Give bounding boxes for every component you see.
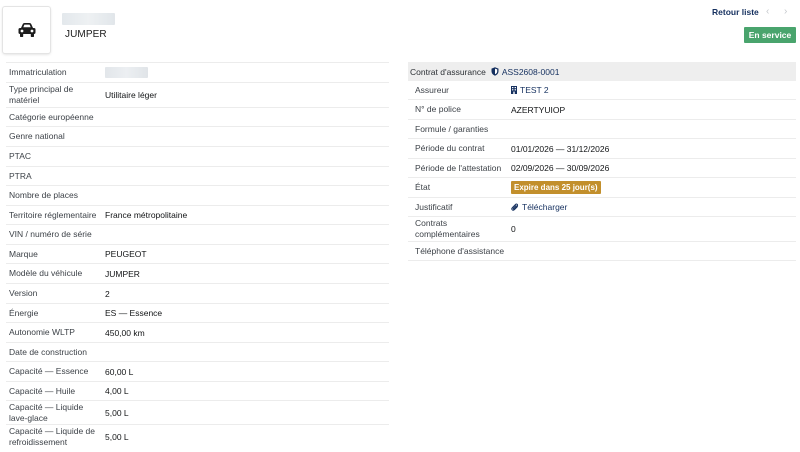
field-row-genre: Genre national	[6, 126, 389, 146]
field-row-capacite-lave-glace: Capacité — Liquide lave-glace 5,00 L	[6, 400, 389, 424]
field-row-capacite-essence: Capacité — Essence 60,00 L	[6, 361, 389, 381]
building-icon	[511, 86, 517, 94]
vehicle-plate-redacted	[62, 13, 115, 25]
plate-redacted	[105, 67, 148, 78]
field-value: 4,00 L	[105, 386, 129, 396]
field-row-territoire: Territoire réglementaire France métropol…	[6, 205, 389, 224]
field-label: Capacité — Essence	[9, 366, 89, 376]
field-row-places: Nombre de places	[6, 185, 389, 205]
field-row-ptra: PTRA	[6, 166, 389, 185]
field-label: Nombre de places	[9, 190, 78, 200]
field-row-marque: Marque PEUGEOT	[6, 244, 389, 263]
next-arrow-icon[interactable]: ›	[784, 6, 787, 17]
field-value: JUMPER	[105, 268, 140, 279]
field-value: 2	[105, 288, 110, 299]
field-row-version: Version 2	[6, 283, 389, 303]
field-label: Type principal de matériel	[9, 84, 74, 105]
insurance-title: Contrat d'assurance	[410, 66, 486, 77]
field-row-vin: VIN / numéro de série	[6, 224, 389, 244]
back-to-list-link[interactable]: Retour liste	[712, 7, 759, 17]
expiry-warning-badge: Expire dans 25 jour(s)	[511, 181, 601, 194]
vehicle-name: JUMPER	[65, 29, 107, 40]
paperclip-icon	[511, 203, 519, 212]
field-label: Énergie	[9, 307, 39, 318]
field-label: PTRA	[9, 170, 32, 181]
field-value: AZERTYUIOP	[511, 104, 566, 115]
field-label: Formule / garanties	[415, 123, 489, 134]
insurance-row-telephone: Téléphone d'assistance	[408, 242, 796, 261]
insurance-row-assureur: Assureur TEST 2	[408, 81, 796, 100]
field-label: VIN / numéro de série	[9, 229, 92, 239]
field-value: 02/09/2026 — 30/09/2026	[511, 163, 610, 173]
field-label: Version	[9, 288, 38, 298]
field-label: État	[415, 182, 431, 192]
field-label: Capacité — Liquide lave-glace	[9, 401, 84, 423]
field-label: Autonomie WLTP	[9, 327, 75, 337]
insurance-row-etat: État Expire dans 25 jour(s)	[408, 178, 796, 198]
insurance-row-police: N° de police AZERTYUIOP	[408, 100, 796, 120]
field-label: Immatriculation	[9, 67, 67, 77]
vehicle-details-table: Immatriculation Type principal de matéri…	[6, 62, 389, 448]
field-label: Téléphone d'assistance	[415, 245, 505, 256]
field-value: Utilitaire léger	[105, 90, 157, 100]
field-value: 5,00 L	[105, 407, 129, 418]
insurance-row-periode-contrat: Période du contrat 01/01/2026 — 31/12/20…	[408, 139, 796, 159]
field-value: ES — Essence	[105, 308, 163, 318]
field-label: Territoire réglementaire	[9, 209, 97, 220]
field-row-autonomie: Autonomie WLTP 450,00 km	[6, 322, 389, 342]
field-value: France métropolitaine	[105, 210, 188, 220]
field-value: 01/01/2026 — 31/12/2026	[511, 143, 610, 154]
car-icon	[18, 23, 35, 37]
field-row-date-construction: Date de construction	[6, 342, 389, 361]
field-row-immatriculation: Immatriculation	[6, 62, 389, 82]
contract-reference-link[interactable]: ASS2608-0001	[502, 67, 560, 77]
shield-icon	[491, 67, 499, 76]
field-row-energie: Énergie ES — Essence	[6, 303, 389, 322]
field-label: Contrats complémentaires	[415, 218, 480, 239]
field-row-capacite-refroidissement: Capacité — Liquide de refroidissement 5,…	[6, 424, 389, 448]
insurance-row-formule: Formule / garanties	[408, 120, 796, 139]
insurance-row-periode-attestation: Période de l'attestation 02/09/2026 — 30…	[408, 159, 796, 178]
field-label: Période de l'attestation	[415, 162, 502, 173]
field-label: Justificatif	[415, 201, 453, 212]
field-row-type: Type principal de matériel Utilitaire lé…	[6, 82, 389, 107]
field-label: Modèle du véhicule	[9, 268, 83, 278]
download-link[interactable]: Télécharger	[522, 202, 567, 212]
field-value: 450,00 km	[105, 327, 145, 338]
insurer-link[interactable]: TEST 2	[520, 85, 549, 95]
field-label: Capacité — Huile	[9, 385, 76, 396]
field-label: PTAC	[9, 151, 32, 161]
insurance-header: Contrat d'assurance ASS2608-0001	[408, 62, 796, 81]
previous-arrow-icon[interactable]: ‹	[766, 6, 769, 17]
field-label: N° de police	[415, 104, 461, 114]
field-value: 60,00 L	[105, 366, 134, 377]
field-label: Assureur	[415, 84, 450, 95]
field-value: PEUGEOT	[105, 249, 147, 259]
field-label: Marque	[9, 248, 38, 259]
field-value: 0	[511, 224, 516, 234]
field-label: Date de construction	[9, 346, 87, 357]
insurance-panel: Contrat d'assurance ASS2608-0001 Assureu…	[408, 62, 796, 261]
field-row-capacite-huile: Capacité — Huile 4,00 L	[6, 381, 389, 400]
field-label: Genre national	[9, 131, 65, 141]
field-label: Capacité — Liquide de refroidissement	[9, 425, 96, 447]
insurance-row-justificatif: Justificatif Télécharger	[408, 198, 796, 217]
field-row-ptac: PTAC	[6, 146, 389, 166]
field-row-categorie: Catégorie européenne	[6, 107, 389, 126]
status-badge: En service	[744, 27, 796, 43]
field-row-modele: Modèle du véhicule JUMPER	[6, 263, 389, 283]
insurance-row-complementaires: Contrats complémentaires 0	[408, 217, 796, 242]
field-label: Période du contrat	[415, 143, 485, 153]
vehicle-avatar	[3, 7, 50, 53]
field-label: Catégorie européenne	[9, 111, 94, 122]
field-value: 5,00 L	[105, 431, 129, 442]
